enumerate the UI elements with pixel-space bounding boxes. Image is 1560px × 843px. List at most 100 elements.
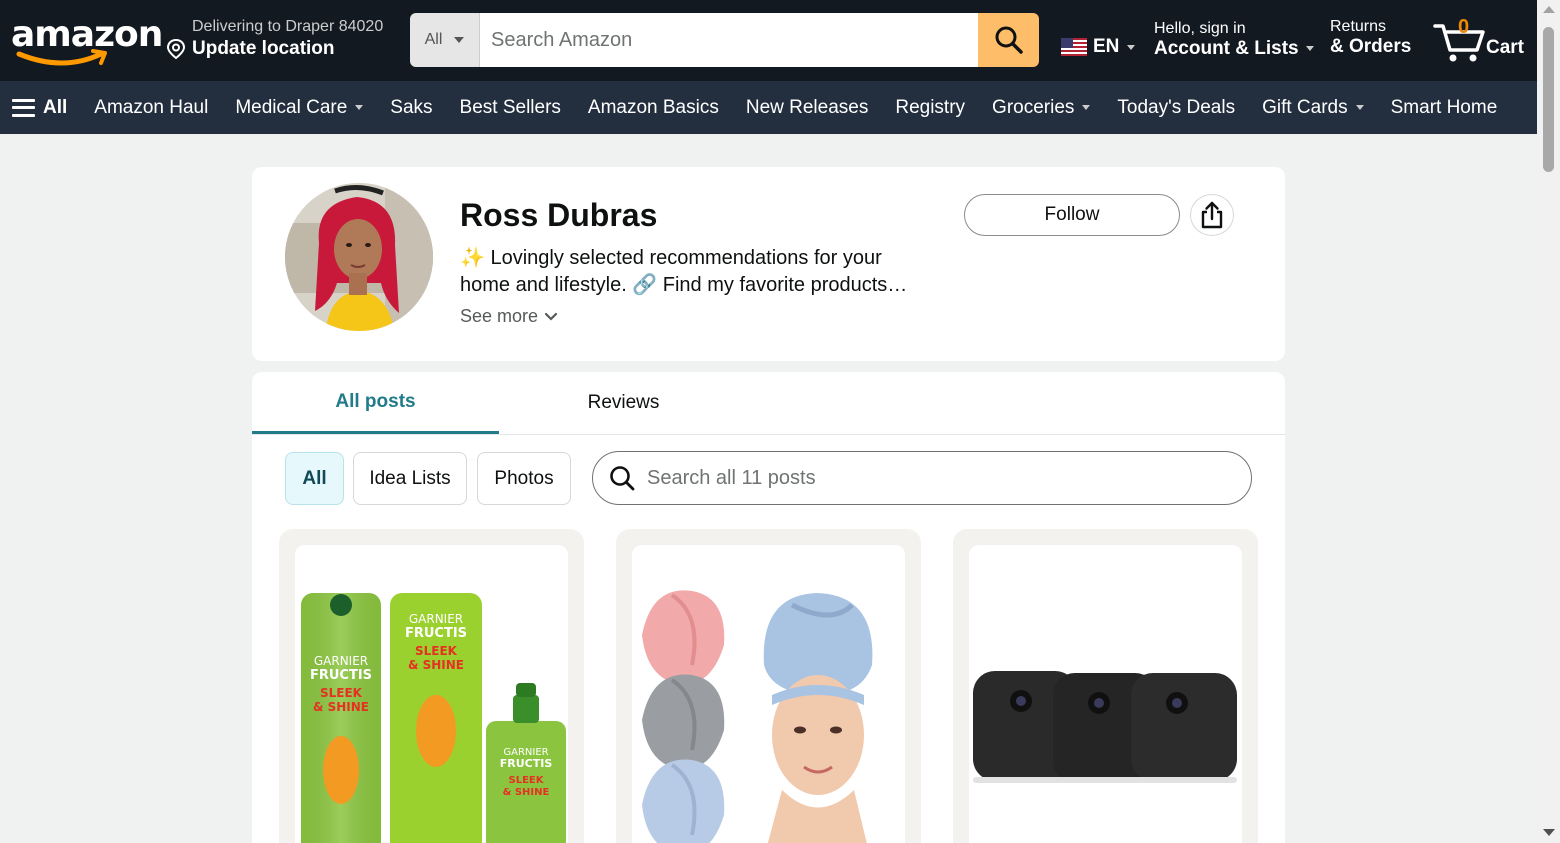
subnav-item-medical-care[interactable]: Medical Care: [235, 96, 364, 119]
svg-text:SLEEK: SLEEK: [415, 644, 458, 658]
cart-link[interactable]: 0 Cart: [1433, 16, 1533, 66]
svg-text:& SHINE: & SHINE: [503, 787, 550, 798]
subnav-item-saks[interactable]: Saks: [390, 97, 432, 119]
account-menu[interactable]: Hello, sign in Account & Lists: [1154, 20, 1314, 60]
page-scrollbar[interactable]: [1537, 0, 1560, 843]
account-lists-label: Account & Lists: [1154, 38, 1299, 59]
chevron-down-icon: [544, 312, 558, 321]
hair-towel-wraps-icon: [642, 590, 873, 843]
search-input[interactable]: [480, 13, 978, 67]
chevron-down-icon: [1355, 105, 1364, 110]
post-image[interactable]: [969, 545, 1242, 843]
subnav-item-amazon-basics[interactable]: Amazon Basics: [588, 97, 719, 119]
subnav-item-label: New Releases: [745, 96, 869, 118]
see-more-link[interactable]: See more: [460, 306, 558, 327]
svg-text:GARNIER: GARNIER: [409, 612, 463, 626]
profile-card: Ross Dubras ✨ Lovingly selected recommen…: [252, 167, 1285, 361]
subnav-item-smart-home[interactable]: Smart Home: [1391, 97, 1498, 119]
hamburger-icon: [12, 98, 35, 117]
subnav-item-best-sellers[interactable]: Best Sellers: [460, 97, 561, 119]
posts-panel: All posts Reviews All Idea Lists Photos …: [252, 372, 1285, 843]
posts-search-input[interactable]: [647, 466, 1207, 490]
svg-text:FRUCTIS: FRUCTIS: [500, 757, 553, 770]
search-bar: All: [410, 13, 1039, 67]
subnav-item-groceries[interactable]: Groceries: [992, 96, 1091, 119]
share-button[interactable]: [1190, 194, 1234, 236]
post-image[interactable]: GARNIER FRUCTIS SLEEK & SHINE GARNIER FR…: [295, 545, 568, 843]
svg-text:FRUCTIS: FRUCTIS: [310, 668, 372, 683]
tab-all-posts[interactable]: All posts: [252, 372, 499, 434]
posts-search-box: [592, 451, 1252, 505]
filter-chip-all[interactable]: All: [285, 452, 344, 505]
chevron-down-icon: [1305, 46, 1314, 52]
deliver-address: Delivering to Draper 84020: [192, 18, 384, 35]
svg-text:SLEEK: SLEEK: [320, 686, 363, 700]
profile-bio: ✨ Lovingly selected recommendations for …: [460, 245, 940, 299]
scroll-up-arrow-icon[interactable]: [1543, 6, 1555, 13]
returns-orders-link[interactable]: Returns & Orders: [1330, 18, 1411, 58]
language-label: EN: [1093, 36, 1120, 57]
tab-reviews[interactable]: Reviews: [500, 372, 747, 434]
language-selector[interactable]: EN: [1061, 36, 1136, 58]
svg-text:SLEEK: SLEEK: [509, 775, 545, 786]
subnav-item-label: Today's Deals: [1117, 96, 1236, 118]
post-card[interactable]: [616, 529, 921, 843]
profile-bio-line: home and lifestyle. 🔗 Find my favorite p…: [460, 274, 908, 296]
chevron-down-icon: [454, 37, 465, 43]
subnav-item-label: Smart Home: [1390, 96, 1498, 118]
search-icon: [610, 466, 635, 491]
scroll-down-arrow-icon[interactable]: [1543, 829, 1555, 836]
filter-chip-idea-lists[interactable]: Idea Lists: [353, 452, 467, 505]
svg-text:& SHINE: & SHINE: [313, 700, 369, 714]
svg-text:& SHINE: & SHINE: [408, 658, 464, 672]
svg-text:GARNIER: GARNIER: [314, 654, 368, 668]
share-icon: [1201, 201, 1223, 229]
search-department-select[interactable]: All: [410, 13, 480, 67]
amazon-logo[interactable]: amazon: [11, 14, 163, 70]
update-location-link[interactable]: Update location: [192, 38, 335, 60]
post-image[interactable]: [632, 545, 905, 843]
scrollbar-thumb[interactable]: [1543, 27, 1554, 172]
all-menu-label: All: [43, 96, 68, 118]
see-more-label: See more: [460, 306, 539, 326]
all-menu-button[interactable]: All: [12, 97, 67, 119]
post-card[interactable]: [953, 529, 1258, 843]
subnav-item-label: Amazon Haul: [94, 96, 209, 118]
cart-label: Cart: [1486, 37, 1525, 58]
avatar-photo-icon: [285, 183, 433, 331]
location-pin-icon: [166, 38, 186, 60]
follow-button[interactable]: Follow: [964, 194, 1180, 236]
cart-count: 0: [1458, 16, 1470, 38]
subnav-item-label: Registry: [895, 96, 966, 118]
returns-label: Returns: [1330, 18, 1387, 35]
search-department-label: All: [424, 31, 443, 48]
profile-bio-line: ✨ Lovingly selected recommendations for …: [460, 247, 882, 269]
subnav-item-gift-cards[interactable]: Gift Cards: [1262, 97, 1364, 119]
subnav-item-registry[interactable]: Registry: [895, 97, 965, 119]
subnav-item-label: Saks: [390, 96, 433, 118]
search-button[interactable]: [978, 13, 1039, 67]
subnav-item-label: Gift Cards: [1262, 96, 1348, 118]
subnav-item-todays-deals[interactable]: Today's Deals: [1117, 97, 1235, 119]
account-greeting: Hello, sign in: [1154, 20, 1246, 37]
security-cameras-icon: [973, 671, 1237, 783]
filter-chip-photos[interactable]: Photos: [477, 452, 571, 505]
profile-avatar: [285, 183, 433, 331]
chevron-down-icon: [1127, 44, 1136, 50]
svg-text:FRUCTIS: FRUCTIS: [405, 626, 467, 641]
subnav-item-label: Best Sellers: [459, 96, 561, 118]
subnav-item-amazon-haul[interactable]: Amazon Haul: [94, 97, 208, 119]
profile-name: Ross Dubras: [460, 197, 658, 233]
subnav-item-label: Medical Care: [235, 96, 348, 118]
search-icon: [995, 26, 1023, 54]
hair-care-bottles-icon: GARNIER FRUCTIS SLEEK & SHINE GARNIER FR…: [301, 593, 566, 843]
top-navbar: amazon Delivering to Draper 84020 Update…: [0, 0, 1537, 81]
post-card[interactable]: GARNIER FRUCTIS SLEEK & SHINE GARNIER FR…: [279, 529, 584, 843]
subnav-item-new-releases[interactable]: New Releases: [746, 97, 869, 119]
secondary-navbar: All Amazon Haul Medical Care Saks Best S…: [0, 81, 1537, 134]
subnav-item-label: Amazon Basics: [587, 96, 719, 118]
orders-label: & Orders: [1330, 36, 1412, 57]
chevron-down-icon: [355, 105, 364, 110]
subnav-item-label: Groceries: [992, 96, 1075, 118]
smile-arrow-icon: [16, 49, 107, 66]
